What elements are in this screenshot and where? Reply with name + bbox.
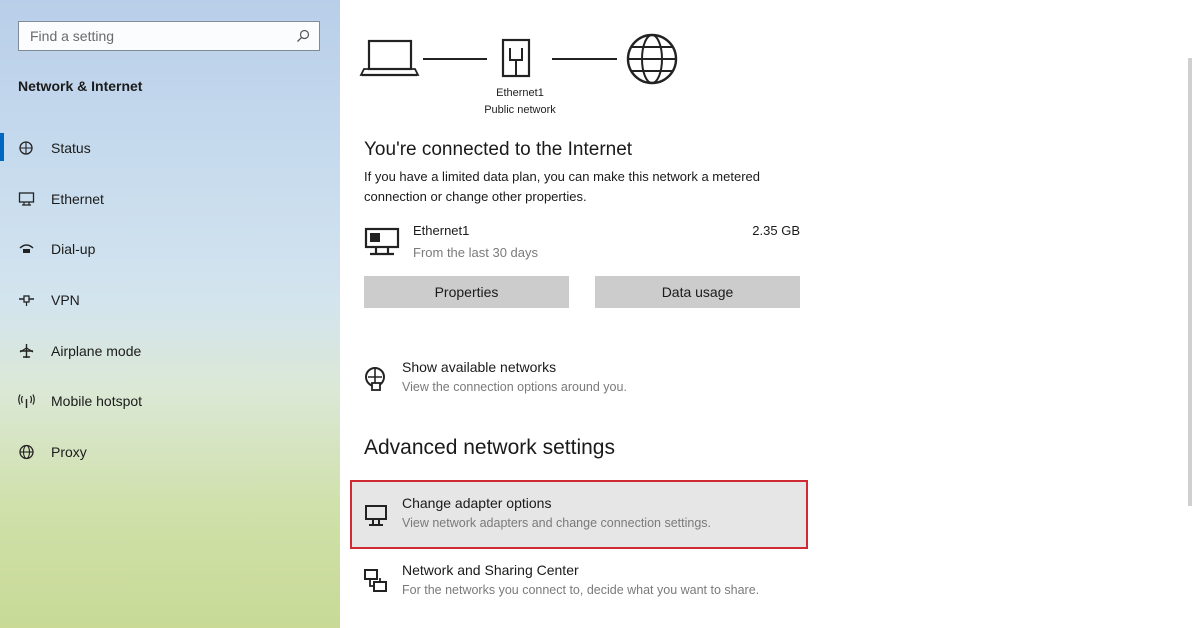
diagram-adapter-name: Ethernet1 [496,87,544,99]
connection-description: If you have a limited data plan, you can… [364,169,760,204]
sidebar-item-label: Dial-up [51,241,96,257]
sharing-center-title: Network and Sharing Center [402,562,579,578]
hotspot-icon [18,394,35,408]
sidebar-item-label: Proxy [51,444,87,460]
ethernet-connection-icon [364,227,400,256]
connection-period: From the last 30 days [413,245,538,260]
sidebar-item-vpn[interactable]: VPN [0,282,340,318]
available-networks-icon [365,367,385,391]
change-adapter-subtitle: View network adapters and change connect… [402,516,711,530]
sharing-center-icon [364,569,387,592]
dialup-icon [19,244,34,253]
sharing-center-subtitle: For the networks you connect to, decide … [402,583,760,597]
show-available-networks-link[interactable]: Show available networks View the connect… [360,359,810,405]
sidebar: Network & Internet Status Ethernet Dial-… [0,0,340,628]
ethernet-port-icon [501,38,531,78]
sidebar-item-proxy[interactable]: Proxy [0,434,340,470]
sidebar-item-label: Status [51,140,91,156]
laptop-icon [359,39,420,77]
vpn-icon [19,295,34,306]
advanced-settings-heading: Advanced network settings [364,436,615,459]
sidebar-item-label: Mobile hotspot [51,393,143,409]
sidebar-item-ethernet[interactable]: Ethernet [0,181,340,217]
data-usage-button[interactable]: Data usage [595,276,800,308]
sidebar-item-label: Ethernet [51,191,104,207]
sidebar-item-dialup[interactable]: Dial-up [0,231,340,267]
search-box[interactable] [18,21,320,51]
network-sharing-center-link[interactable]: Network and Sharing Center For the netwo… [360,562,810,608]
sidebar-item-airplane[interactable]: Airplane mode [0,333,340,369]
show-networks-subtitle: View the connection options around you. [402,380,627,394]
diagram-network-type: Public network [484,104,556,116]
active-indicator [0,133,4,161]
change-adapter-title: Change adapter options [402,495,552,511]
show-networks-title: Show available networks [402,359,557,375]
sidebar-item-hotspot[interactable]: Mobile hotspot [0,383,340,419]
sidebar-item-status[interactable]: Status [0,130,340,166]
search-input[interactable] [19,22,289,49]
status-icon [19,141,33,155]
search-icon[interactable] [295,28,311,44]
internet-globe-icon [626,33,678,85]
sidebar-item-label: Airplane mode [51,343,142,359]
globe-icon [19,444,34,460]
connection-status-heading: You're connected to the Internet [364,139,633,160]
section-title: Network & Internet [18,78,143,94]
ethernet-icon [18,192,35,206]
scrollbar[interactable] [1188,58,1192,506]
change-adapter-options-link[interactable]: Change adapter options View network adap… [360,495,810,541]
connection-name: Ethernet1 [413,223,470,238]
sidebar-item-label: VPN [51,292,80,308]
properties-button[interactable]: Properties [364,276,569,308]
airplane-icon [19,344,34,358]
adapter-icon [365,505,387,526]
data-usage-value: 2.35 GB [752,223,800,238]
